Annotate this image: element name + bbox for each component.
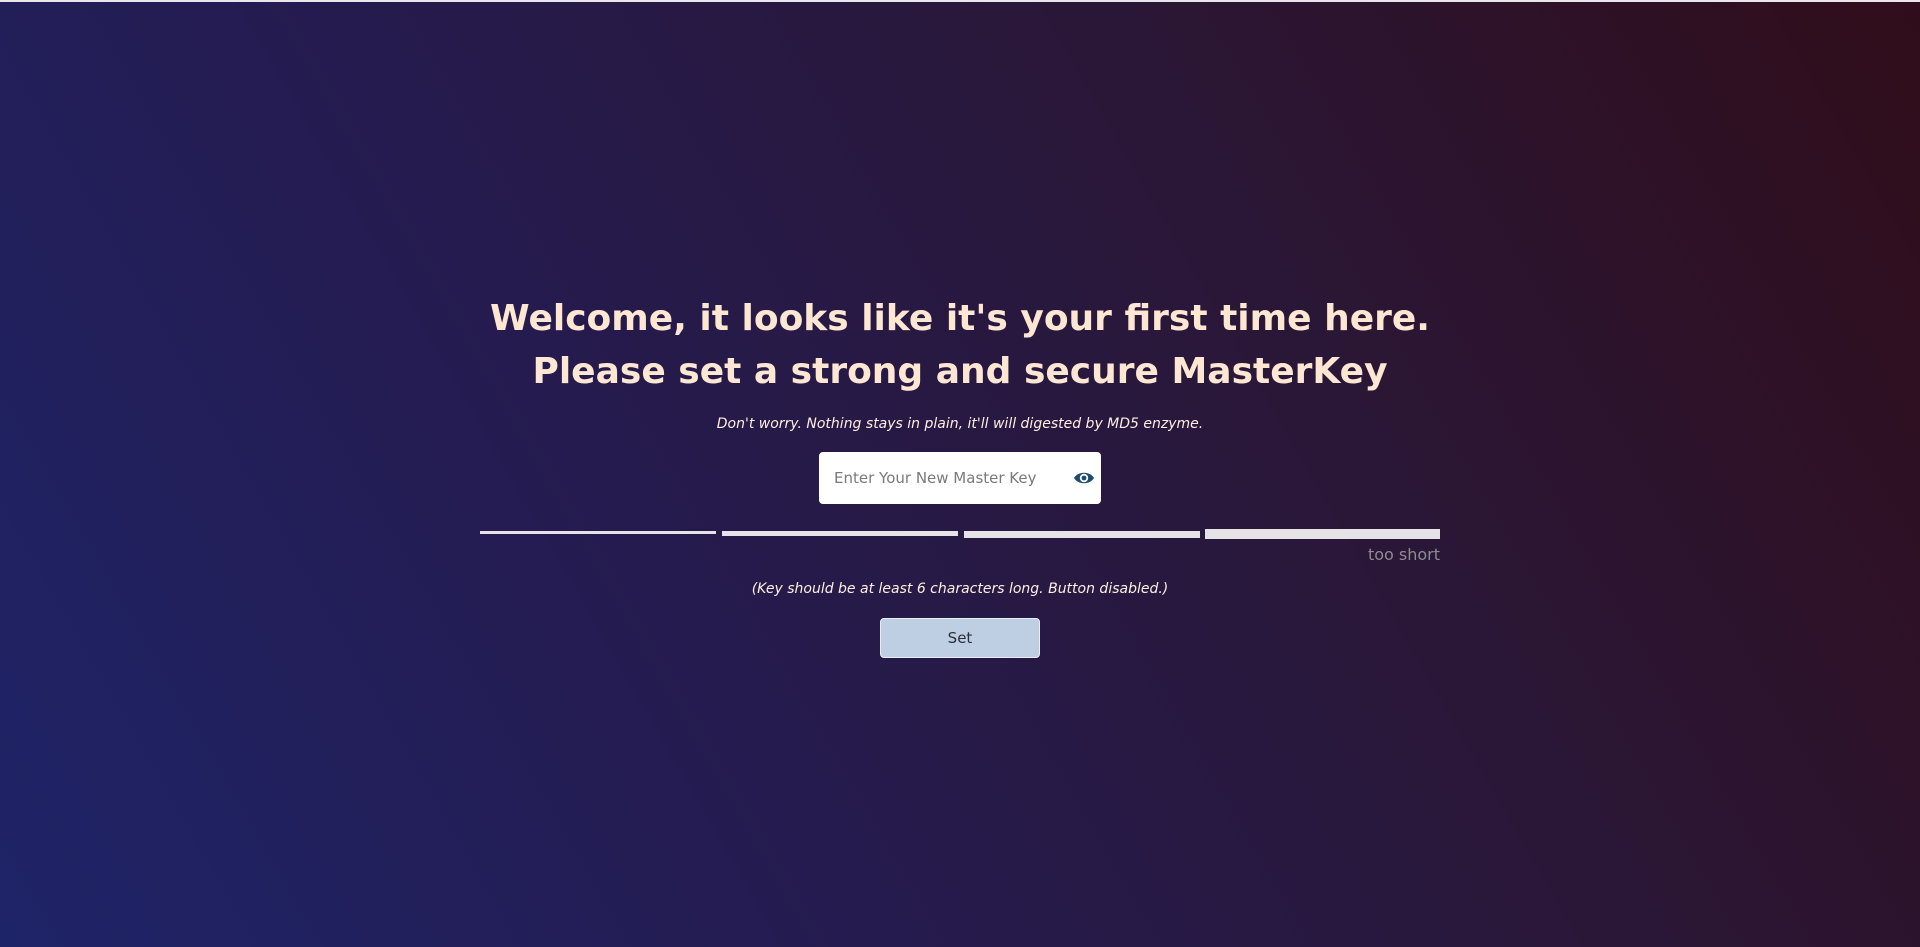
md5-note: Don't worry. Nothing stays in plain, it'… — [716, 416, 1204, 432]
strength-segment-4 — [1205, 529, 1440, 539]
setup-master-key-panel: Welcome, it looks like it's your first t… — [0, 0, 1920, 947]
strength-meter — [480, 528, 1440, 540]
welcome-heading: Welcome, it looks like it's your first t… — [490, 298, 1430, 392]
strength-label: too short — [1367, 545, 1440, 564]
key-length-hint: (Key should be at least 6 characters lon… — [751, 581, 1169, 597]
eye-icon[interactable] — [1073, 468, 1095, 488]
set-button[interactable]: Set — [880, 618, 1040, 658]
master-key-input[interactable] — [834, 452, 1054, 504]
master-key-field — [819, 452, 1101, 504]
strength-segment-3 — [964, 531, 1200, 538]
strength-segment-1 — [480, 531, 716, 534]
strength-segment-2 — [722, 531, 958, 536]
